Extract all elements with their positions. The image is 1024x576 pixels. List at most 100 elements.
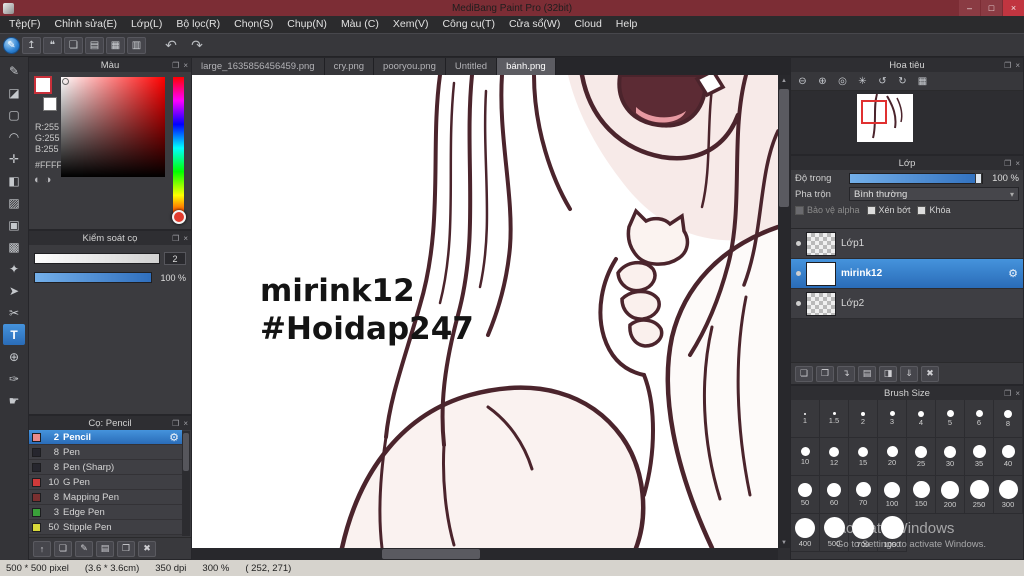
zoom-fit-icon[interactable]: ◎ [834, 74, 851, 89]
move-brush-up-icon[interactable]: ↑ [33, 540, 51, 557]
tab-document[interactable]: Untitled [445, 58, 498, 75]
menu-item[interactable]: Tệp(F) [2, 16, 48, 33]
brush-row[interactable]: 10 G Pen [29, 475, 182, 490]
gear-icon[interactable]: ⚙ [169, 431, 179, 444]
gear-icon[interactable]: ⚙ [1008, 267, 1018, 280]
background-color-swatch[interactable] [43, 97, 57, 111]
brush-size-cell[interactable]: 10 [791, 438, 820, 476]
brush-size-cell[interactable]: 250 [965, 476, 994, 514]
select-eraser-tool[interactable]: ▩ [3, 236, 25, 257]
layer-visibility-dot[interactable] [796, 271, 801, 276]
brush-opacity-slider[interactable] [34, 272, 152, 283]
brush-row[interactable]: 50 Stipple Pen [29, 520, 182, 535]
brush-size-cell[interactable]: 6 [965, 400, 994, 438]
brush-size-cell[interactable]: 2 [849, 400, 878, 438]
new-canvas-icon[interactable]: ❏ [64, 36, 83, 54]
menu-item[interactable]: Chọn(S) [227, 16, 280, 33]
brush-list-scroll-thumb[interactable] [183, 433, 189, 471]
tab-document[interactable]: pooryou.png [374, 58, 446, 75]
alpha-lock-checkbox[interactable]: Bảo vệ alpha [795, 205, 860, 215]
popout-icon[interactable]: ❐ [172, 419, 179, 428]
merge-layer-icon[interactable]: ⇓ [900, 365, 918, 382]
brush-folder-icon[interactable]: ▤ [96, 540, 114, 557]
zoom-in-icon[interactable]: ⊕ [814, 74, 831, 89]
menu-item[interactable]: Chụp(N) [280, 16, 334, 33]
tab-document[interactable]: cry.png [324, 58, 375, 75]
popout-icon[interactable]: ❐ [1004, 159, 1011, 168]
close-button[interactable]: × [1003, 0, 1024, 16]
brush-size-cell[interactable]: 100 [878, 476, 907, 514]
magic-wand-tool[interactable]: ✦ [3, 258, 25, 279]
brush-size-cell[interactable]: 4 [907, 400, 936, 438]
brush-size-cell[interactable]: 15 [849, 438, 878, 476]
saturation-value-picker[interactable] [61, 77, 165, 177]
navigator-thumbnail[interactable] [857, 93, 913, 142]
zoom-reset-icon[interactable]: ✳ [854, 74, 871, 89]
close-icon[interactable]: × [1015, 159, 1020, 168]
menu-item[interactable]: Cửa sổ(W) [502, 16, 567, 33]
lock-checkbox[interactable]: Khóa [917, 205, 951, 215]
gradient-tool[interactable]: ▨ [3, 192, 25, 213]
vertical-scrollbar[interactable]: ▲ ▼ [778, 75, 790, 548]
brush-size-cell[interactable]: 8 [994, 400, 1023, 438]
brush-size-cell[interactable]: 1 [791, 400, 820, 438]
rotate-right-icon[interactable]: ↻ [894, 74, 911, 89]
brush-size-cell[interactable]: 40 [994, 438, 1023, 476]
operation-tool[interactable]: ➤ [3, 280, 25, 301]
menu-item[interactable]: Help [609, 16, 645, 33]
tab-active[interactable]: bánh.png [497, 58, 556, 75]
divide-tool[interactable]: ✂ [3, 302, 25, 323]
medibang-cloud-icon[interactable]: ✎ [3, 36, 20, 54]
layer-row[interactable]: mirink12 ⚙ [791, 259, 1023, 289]
layer-folder-icon[interactable]: ▤ [858, 365, 876, 382]
close-icon[interactable]: × [1015, 389, 1020, 398]
popout-icon[interactable]: ❐ [172, 61, 179, 70]
brush-size-cell[interactable]: 300 [994, 476, 1023, 514]
brush-size-cell[interactable]: 12 [820, 438, 849, 476]
horizontal-scrollbar[interactable] [192, 548, 778, 560]
brush-size-cell[interactable]: 50 [791, 476, 820, 514]
menu-item[interactable]: Lớp(L) [124, 16, 169, 33]
brush-size-cell[interactable]: 20 [878, 438, 907, 476]
scroll-down-icon[interactable]: ▼ [778, 537, 790, 548]
edit-brush-icon[interactable]: ✎ [75, 540, 93, 557]
clipping-checkbox[interactable]: Xén bớt [866, 205, 910, 215]
menu-item[interactable]: Bộ lọc(R) [169, 16, 227, 33]
navigator-view[interactable] [791, 91, 1023, 154]
eyedropper-tool[interactable]: ✑ [3, 368, 25, 389]
panel-layout-icon[interactable]: ▥ [127, 36, 146, 54]
popout-icon[interactable]: ❐ [1004, 389, 1011, 398]
brush-size-value[interactable]: 2 [164, 252, 186, 265]
brush-size-cell[interactable]: 1000 [878, 514, 907, 552]
clipping-layer-icon[interactable]: ◨ [879, 365, 897, 382]
layer-row[interactable]: Lớp2 [791, 289, 1023, 319]
open-file-icon[interactable]: ▤ [85, 36, 104, 54]
brush-size-slider[interactable] [34, 253, 160, 264]
brush-row[interactable]: 3 Edge Pen [29, 505, 182, 520]
menu-item[interactable]: Chỉnh sửa(E) [48, 16, 124, 33]
duplicate-layer-icon[interactable]: ❐ [816, 365, 834, 382]
canvas[interactable]: mirink12 #Hoidap247 [192, 75, 778, 548]
minimize-button[interactable]: – [959, 0, 980, 16]
grid-view-icon[interactable]: ▦ [106, 36, 125, 54]
layer-visibility-dot[interactable] [796, 241, 801, 246]
delete-layer-icon[interactable]: ✖ [921, 365, 939, 382]
redo-button[interactable]: ↷ [186, 36, 208, 54]
maximize-button[interactable]: □ [981, 0, 1002, 16]
brush-size-cell[interactable]: 35 [965, 438, 994, 476]
brush-row[interactable]: 8 Pen [29, 445, 182, 460]
add-brush-icon[interactable]: ❏ [54, 540, 72, 557]
color-palette-icon[interactable]: ◑ [45, 174, 52, 186]
brush-row[interactable]: 2 Pencil ⚙ [29, 430, 182, 445]
vertical-scroll-thumb[interactable] [779, 89, 789, 207]
brush-size-cell[interactable]: 3 [878, 400, 907, 438]
close-icon[interactable]: × [183, 234, 188, 243]
eraser-tool[interactable]: ◪ [3, 82, 25, 103]
scroll-up-icon[interactable]: ▲ [778, 75, 790, 86]
brush-size-cell[interactable]: 5 [936, 400, 965, 438]
brush-tool[interactable]: ✎ [3, 60, 25, 81]
undo-button[interactable]: ↶ [160, 36, 182, 54]
delete-brush-icon[interactable]: ✖ [138, 540, 156, 557]
duplicate-brush-icon[interactable]: ❐ [117, 540, 135, 557]
upload-icon[interactable]: ↥ [22, 36, 41, 54]
